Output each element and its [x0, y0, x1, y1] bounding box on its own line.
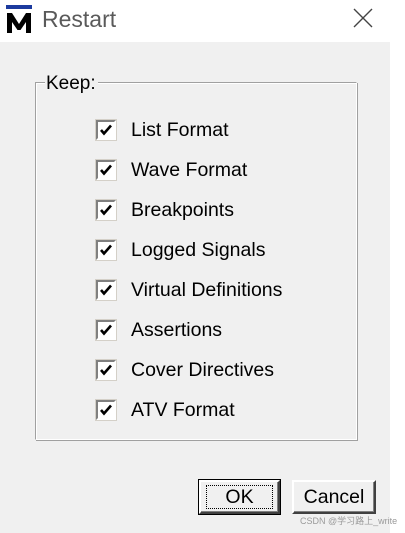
- checkbox-label: Wave Format: [131, 158, 248, 181]
- keep-group-label: Keep:: [45, 73, 98, 95]
- csdn-watermark: CSDN @学习路上_write: [300, 516, 398, 526]
- modelsim-m-icon: [6, 5, 32, 35]
- cancel-button[interactable]: Cancel: [292, 480, 376, 514]
- ok-button-label: OK: [206, 485, 273, 509]
- checkbox-box[interactable]: [95, 399, 117, 421]
- assertions-checkbox[interactable]: Assertions: [95, 317, 223, 343]
- checkbox-label: Breakpoints: [131, 198, 234, 221]
- checkbox-box[interactable]: [95, 359, 117, 381]
- checkbox-box[interactable]: [95, 119, 117, 141]
- window-edge: [390, 42, 405, 533]
- checkbox-box[interactable]: [95, 159, 117, 181]
- window-title: Restart: [42, 6, 117, 32]
- cover-directives-checkbox[interactable]: Cover Directives: [95, 357, 275, 383]
- check-mark-icon: [100, 324, 112, 336]
- checkbox-label: Assertions: [131, 318, 223, 341]
- check-mark-icon: [100, 284, 112, 296]
- checkbox-box[interactable]: [95, 239, 117, 261]
- atv-format-checkbox[interactable]: ATV Format: [95, 397, 235, 423]
- check-mark-icon: [100, 164, 112, 176]
- check-mark-icon: [100, 124, 112, 136]
- list-format-checkbox[interactable]: List Format: [95, 117, 229, 143]
- check-mark-icon: [100, 404, 112, 416]
- checkbox-label: Virtual Definitions: [131, 278, 283, 301]
- checkbox-label: List Format: [131, 118, 229, 141]
- checkbox-label: ATV Format: [131, 398, 235, 421]
- close-button[interactable]: [335, 0, 391, 40]
- wave-format-checkbox[interactable]: Wave Format: [95, 157, 248, 183]
- check-mark-icon: [100, 364, 112, 376]
- ok-button[interactable]: OK: [198, 479, 281, 515]
- logged-signals-checkbox[interactable]: Logged Signals: [95, 237, 266, 263]
- title-bar[interactable]: Restart: [0, 0, 405, 42]
- checkbox-label: Logged Signals: [131, 238, 266, 261]
- virtual-definitions-checkbox[interactable]: Virtual Definitions: [95, 277, 283, 303]
- checkbox-box[interactable]: [95, 319, 117, 341]
- check-mark-icon: [100, 244, 112, 256]
- breakpoints-checkbox[interactable]: Breakpoints: [95, 197, 234, 223]
- restart-dialog: Restart Keep: List Format Wave Format Br…: [0, 0, 405, 533]
- close-icon: [353, 8, 373, 33]
- checkbox-label: Cover Directives: [131, 358, 275, 381]
- checkbox-box[interactable]: [95, 199, 117, 221]
- check-mark-icon: [100, 204, 112, 216]
- checkbox-box[interactable]: [95, 279, 117, 301]
- cancel-button-label: Cancel: [303, 485, 365, 508]
